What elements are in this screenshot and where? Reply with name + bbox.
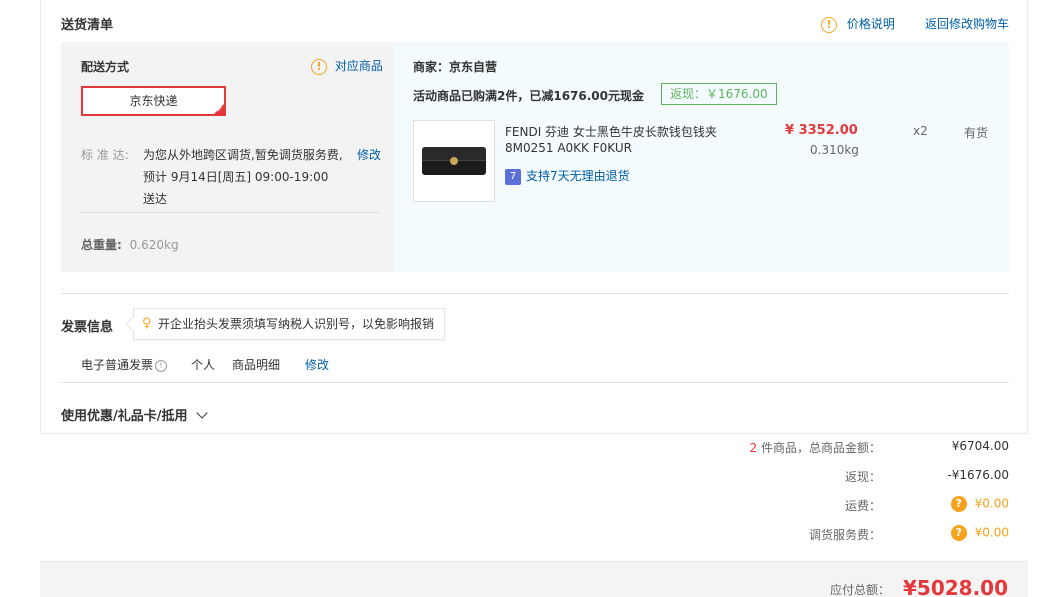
lightbulb-icon: ♀ — [142, 316, 152, 331]
payable-amount: ¥5028.00 — [902, 576, 1008, 597]
edit-invoice-link[interactable]: 修改 — [305, 356, 329, 373]
rebate-tag: 返现：￥1676.00 — [661, 83, 777, 105]
product-thumbnail[interactable] — [413, 120, 495, 202]
order-panel: 送货清单 ! 价格说明 返回修改购物车 配送方式 ! 对应商品 京东快递 ✓ 标… — [40, 0, 1028, 434]
standard-label: 标 准 达: — [81, 148, 129, 162]
product-name-line2[interactable]: 8M0251 A0KK F0KUR — [505, 141, 632, 155]
warning-icon: ! — [821, 16, 837, 33]
invoice-content: 商品明细 — [232, 358, 281, 372]
seven-day-return-icon: 7 — [505, 168, 521, 185]
product-weight: 0.310kg — [810, 143, 859, 157]
wallet-image — [422, 147, 486, 175]
items-total-label: 2 件商品，总商品金额： — [749, 441, 881, 455]
match-goods-link[interactable]: ! 对应商品 — [311, 57, 383, 75]
standard-desc-line1: 为您从外地跨区调货,暂免调货服务费, — [143, 148, 343, 162]
section-divider — [61, 382, 1009, 383]
payable-label: 应付总额： — [829, 583, 890, 597]
info-icon[interactable]: ! — [155, 359, 168, 372]
standard-desc-line3: 送达 — [143, 192, 168, 206]
invoice-type: 电子普通发票! — [81, 356, 168, 373]
question-icon[interactable]: ? — [950, 496, 967, 512]
wallet-clasp — [450, 157, 458, 165]
transfer-fee: ? ¥0.00 — [950, 525, 1009, 541]
question-icon[interactable]: ? — [950, 525, 967, 541]
shipping-fee-label: 运费： — [844, 499, 881, 513]
product-stock: 有货 — [964, 126, 989, 140]
tip-arrow — [125, 316, 141, 332]
invoice-title: 发票信息 — [61, 320, 114, 335]
delivery-option-jd-express[interactable]: 京东快递 ✓ — [81, 86, 226, 116]
price-note-link[interactable]: ! 价格说明 — [821, 15, 895, 33]
product-quantity: x2 — [913, 124, 928, 138]
product-price: ¥ 3352.00 — [785, 123, 858, 138]
product-name-line1[interactable]: FENDI 芬迪 女士黑色牛皮长款钱包钱夹 — [505, 123, 717, 140]
back-to-cart-link[interactable]: 返回修改购物车 — [925, 15, 1009, 32]
check-icon: ✓ — [216, 105, 223, 114]
edit-delivery-link[interactable]: 修改 — [357, 146, 381, 163]
standard-desc-line2: 预计 9月14日[周五] 09:00-19:00 — [143, 170, 329, 184]
section-divider — [61, 293, 1009, 294]
chevron-down-icon — [196, 407, 208, 419]
rebate-label: 返现： — [844, 470, 881, 484]
items-total-value: ¥6704.00 — [951, 439, 1009, 453]
shipping-list-title: 送货清单 — [61, 18, 114, 33]
warning-icon: ! — [311, 58, 327, 75]
invoice-holder: 个人 — [191, 358, 216, 372]
promo-text: 活动商品已购满2件，已减1676.00元现金 — [413, 89, 645, 103]
seller-name: 商家：京东自营 — [413, 60, 498, 74]
merchant-section: 商家：京东自营 活动商品已购满2件，已减1676.00元现金 返现：￥1676.… — [393, 42, 1009, 272]
coupons-toggle[interactable]: 使用优惠/礼品卡/抵用 — [61, 405, 208, 424]
divider — [81, 212, 381, 213]
rebate-value: -¥1676.00 — [947, 468, 1009, 482]
delivery-method-label: 配送方式 — [81, 60, 130, 74]
transfer-fee-label: 调货服务费： — [808, 528, 881, 542]
payable-bar: 应付总额： ¥5028.00 — [40, 561, 1028, 597]
return-policy[interactable]: 7 支持7天无理由退货 — [505, 167, 630, 185]
invoice-tip: ♀ 开企业抬头发票须填写纳税人识别号，以免影响报销 — [125, 308, 446, 340]
delivery-section: 配送方式 ! 对应商品 京东快递 ✓ 标 准 达: 为您从外地跨区调货,暂免调货… — [61, 42, 393, 272]
total-weight: 总重量: 0.620kg — [81, 238, 179, 252]
shipping-fee: ? ¥0.00 — [950, 496, 1009, 512]
